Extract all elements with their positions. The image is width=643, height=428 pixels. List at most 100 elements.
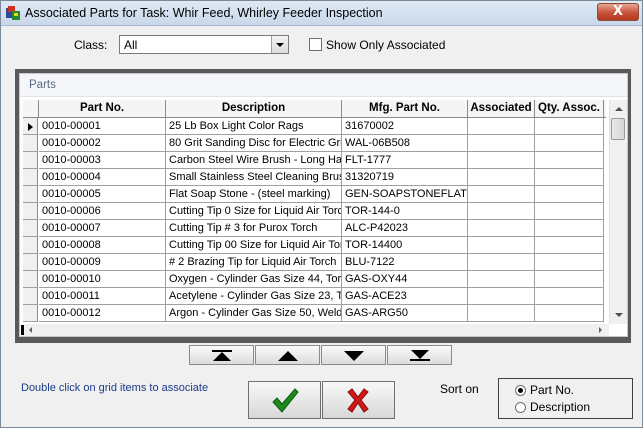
table-row[interactable]: 0010-00002 80 Grit Sanding Disc for Elect… [23,135,606,152]
column-header-associated[interactable]: Associated [468,100,535,117]
row-indicator[interactable] [23,220,38,237]
vertical-scroll-thumb[interactable] [611,118,625,140]
chevron-down-icon[interactable] [271,36,288,53]
current-row-pointer-icon[interactable] [23,118,38,135]
sort-description-radio[interactable] [515,402,526,413]
previous-record-button[interactable] [255,345,320,365]
column-header-part-no[interactable]: Part No. [39,100,166,117]
part-no-cell[interactable]: 0010-00010 [39,271,166,288]
horizontal-scrollbar[interactable] [21,324,609,336]
mfg-part-no-cell[interactable]: GEN-SOAPSTONEFLAT [342,186,468,203]
qty-assoc-cell[interactable] [535,203,604,220]
row-indicator[interactable] [23,254,38,271]
associated-cell[interactable] [468,288,535,305]
description-cell[interactable]: Oxygen - Cylinder Gas Size 44, Torch [166,271,342,288]
part-no-cell[interactable]: 0010-00001 [39,118,166,135]
associated-cell[interactable] [468,220,535,237]
description-cell[interactable]: Acetylene - Cylinder Gas Size 23, To [166,288,342,305]
row-indicator[interactable] [23,186,38,203]
table-row[interactable]: 0010-00012 Argon - Cylinder Gas Size 50, … [23,305,606,322]
scroll-down-icon[interactable] [610,307,627,324]
column-header-description[interactable]: Description [166,100,342,117]
column-header-mfg-part-no[interactable]: Mfg. Part No. [342,100,468,117]
show-only-associated-checkbox[interactable] [309,38,322,51]
horizontal-scroll-thumb[interactable] [21,325,24,335]
part-no-cell[interactable]: 0010-00004 [39,169,166,186]
qty-assoc-cell[interactable] [535,152,604,169]
mfg-part-no-cell[interactable]: TOR-14400 [342,237,468,254]
last-record-button[interactable] [387,345,452,365]
mfg-part-no-cell[interactable]: 31670002 [342,118,468,135]
scroll-up-icon[interactable] [610,100,627,117]
mfg-part-no-cell[interactable]: GAS-ARG50 [342,305,468,322]
qty-assoc-cell[interactable] [535,254,604,271]
show-only-associated-label[interactable]: Show Only Associated [326,38,445,52]
qty-assoc-cell[interactable] [535,169,604,186]
qty-assoc-cell[interactable] [535,186,604,203]
qty-assoc-cell[interactable] [535,118,604,135]
cancel-button[interactable] [322,381,395,419]
description-cell[interactable]: Argon - Cylinder Gas Size 50, Weldi [166,305,342,322]
qty-assoc-cell[interactable] [535,237,604,254]
description-cell[interactable]: 80 Grit Sanding Disc for Electric Grin [166,135,342,152]
part-no-cell[interactable]: 0010-00002 [39,135,166,152]
mfg-part-no-cell[interactable]: TOR-144-0 [342,203,468,220]
part-no-cell[interactable]: 0010-00012 [39,305,166,322]
qty-assoc-cell[interactable] [535,135,604,152]
table-row[interactable]: 0010-00007 Cutting Tip # 3 for Purox Torc… [23,220,606,237]
table-row[interactable]: 0010-00008 Cutting Tip 00 Size for Liquid… [23,237,606,254]
row-indicator[interactable] [23,135,38,152]
part-no-cell[interactable]: 0010-00003 [39,152,166,169]
next-record-button[interactable] [321,345,386,365]
qty-assoc-cell[interactable] [535,220,604,237]
associated-cell[interactable] [468,169,535,186]
description-cell[interactable]: Cutting Tip # 3 for Purox Torch [166,220,342,237]
mfg-part-no-cell[interactable]: 31320719 [342,169,468,186]
associated-cell[interactable] [468,186,535,203]
row-indicator[interactable] [23,288,38,305]
description-cell[interactable]: Flat Soap Stone - (steel marking) [166,186,342,203]
table-row[interactable]: 0010-00010 Oxygen - Cylinder Gas Size 44,… [23,271,606,288]
qty-assoc-cell[interactable] [535,271,604,288]
description-cell[interactable]: Small Stainless Steel Cleaning Brush [166,169,342,186]
vertical-scrollbar[interactable] [609,100,627,324]
row-indicator[interactable] [23,169,38,186]
mfg-part-no-cell[interactable]: ALC-P42023 [342,220,468,237]
ok-button[interactable] [248,381,321,419]
class-dropdown[interactable]: All [119,35,289,54]
associated-cell[interactable] [468,135,535,152]
table-row[interactable]: 0010-00003 Carbon Steel Wire Brush - Long… [23,152,606,169]
part-no-cell[interactable]: 0010-00007 [39,220,166,237]
row-indicator[interactable] [23,271,38,288]
associated-cell[interactable] [468,203,535,220]
part-no-cell[interactable]: 0010-00009 [39,254,166,271]
table-row[interactable]: 0010-00009 # 2 Brazing Tip for Liquid Air… [23,254,606,271]
table-row[interactable]: 0010-00011 Acetylene - Cylinder Gas Size … [23,288,606,305]
sort-description-label[interactable]: Description [530,400,590,414]
part-no-cell[interactable]: 0010-00006 [39,203,166,220]
associated-cell[interactable] [468,305,535,322]
row-indicator[interactable] [23,152,38,169]
associated-cell[interactable] [468,271,535,288]
table-row[interactable]: 0010-00001 25 Lb Box Light Color Rags 3167… [23,118,606,135]
mfg-part-no-cell[interactable]: GAS-ACE23 [342,288,468,305]
description-cell[interactable]: Cutting Tip 0 Size for Liquid Air Torch [166,203,342,220]
description-cell[interactable]: # 2 Brazing Tip for Liquid Air Torch [166,254,342,271]
associated-cell[interactable] [468,152,535,169]
first-record-button[interactable] [189,345,254,365]
mfg-part-no-cell[interactable]: FLT-1777 [342,152,468,169]
description-cell[interactable]: 25 Lb Box Light Color Rags [166,118,342,135]
part-no-cell[interactable]: 0010-00008 [39,237,166,254]
description-cell[interactable]: Carbon Steel Wire Brush - Long Hand [166,152,342,169]
mfg-part-no-cell[interactable]: GAS-OXY44 [342,271,468,288]
row-indicator[interactable] [23,305,38,322]
mfg-part-no-cell[interactable]: WAL-06B508 [342,135,468,152]
table-row[interactable]: 0010-00005 Flat Soap Stone - (steel marki… [23,186,606,203]
scroll-right-icon[interactable] [595,324,607,336]
associated-cell[interactable] [468,237,535,254]
description-cell[interactable]: Cutting Tip 00 Size for Liquid Air Tor [166,237,342,254]
scroll-left-icon[interactable] [25,324,37,336]
row-indicator[interactable] [23,237,38,254]
parts-grid[interactable]: Parts Part No. Description Mfg. Part No.… [19,73,628,337]
associated-cell[interactable] [468,254,535,271]
